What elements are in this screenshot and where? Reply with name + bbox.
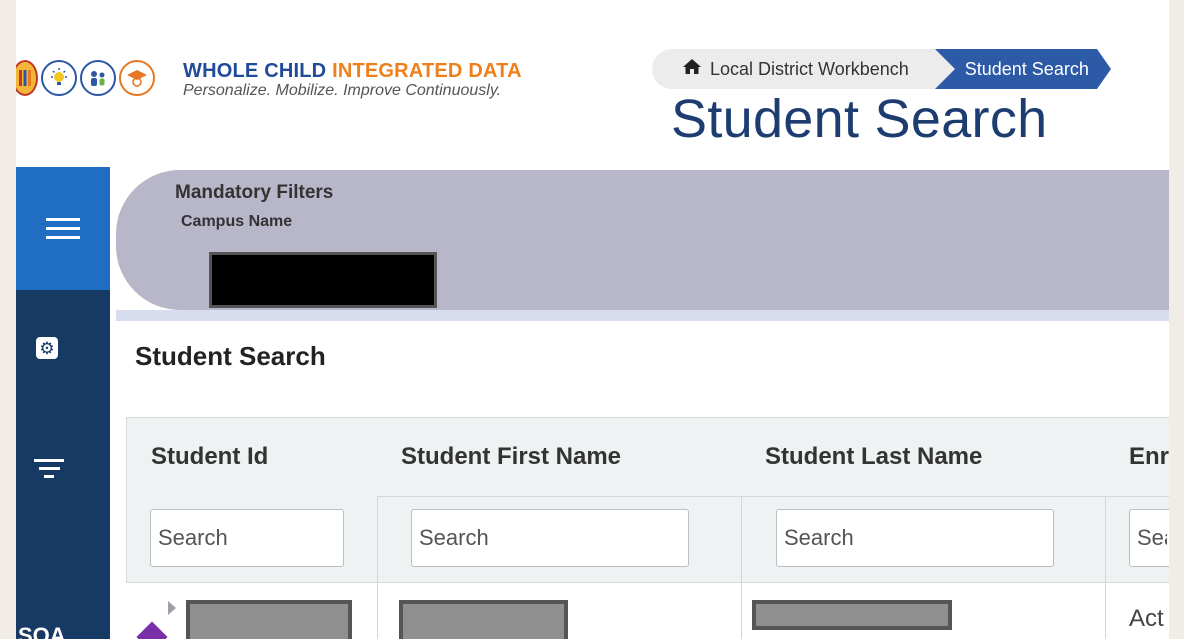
- first-name-search-input[interactable]: [411, 509, 689, 567]
- brand-logo-icons: [16, 56, 158, 100]
- breadcrumb-home-label: Local District Workbench: [710, 58, 909, 79]
- column-separator: [741, 583, 742, 639]
- section-title: Student Search: [135, 341, 326, 371]
- sidebar-menu-button[interactable]: [16, 167, 110, 290]
- redacted-student-id: [186, 600, 352, 639]
- graduate-icon: [119, 60, 155, 96]
- family-icon: [80, 60, 116, 96]
- column-header-enrollment[interactable]: Enr: [1129, 443, 1169, 471]
- column-separator: [377, 496, 378, 582]
- column-header-first-name[interactable]: Student First Name: [401, 443, 621, 471]
- brand-logo-text: WHOLE CHILD INTEGRATED DATA Personalize.…: [183, 60, 522, 100]
- filters-divider: [116, 310, 1169, 321]
- sidebar-bottom-label[interactable]: SOA: [18, 623, 66, 639]
- last-name-search-input[interactable]: [776, 509, 1054, 567]
- brand-title: WHOLE CHILD INTEGRATED DATA: [183, 60, 522, 82]
- campus-name-select[interactable]: [209, 252, 437, 308]
- lightbulb-icon: [41, 60, 77, 96]
- student-id-search-input[interactable]: [150, 509, 344, 567]
- enrollment-status-cell: Act: [1129, 605, 1164, 632]
- column-separator: [377, 583, 378, 639]
- filter-row-divider: [378, 496, 1169, 497]
- column-separator: [1105, 583, 1106, 639]
- column-separator: [1105, 496, 1106, 582]
- page-title: Student Search: [671, 89, 1048, 149]
- brand-title-part2: INTEGRATED DATA: [332, 60, 522, 82]
- redacted-last-name: [752, 600, 952, 630]
- breadcrumb: Local District Workbench Student Search: [652, 49, 1111, 89]
- redacted-first-name: [399, 600, 568, 639]
- brand-title-part1: WHOLE CHILD: [183, 60, 333, 82]
- filter-icon[interactable]: [34, 459, 64, 483]
- column-header-student-id[interactable]: Student Id: [151, 443, 268, 471]
- sidebar: ⚙ SOA: [16, 167, 110, 639]
- mandatory-filters-title: Mandatory Filters: [175, 182, 334, 203]
- breadcrumb-current: Student Search: [934, 49, 1111, 89]
- menu-icon: [46, 212, 80, 245]
- enrollment-search-input[interactable]: [1129, 509, 1169, 567]
- app-frame: WHOLE CHILD INTEGRATED DATA Personalize.…: [16, 0, 1169, 639]
- breadcrumb-current-label: Student Search: [964, 58, 1089, 79]
- brand-tagline: Personalize. Mobilize. Improve Continuou…: [183, 82, 502, 99]
- campus-name-label: Campus Name: [181, 213, 293, 230]
- row-expand-icon[interactable]: [168, 601, 176, 615]
- home-icon: [682, 58, 702, 80]
- column-header-last-name[interactable]: Student Last Name: [765, 443, 982, 471]
- gear-icon[interactable]: ⚙: [36, 337, 58, 359]
- breadcrumb-home[interactable]: Local District Workbench: [652, 49, 955, 89]
- column-separator: [741, 496, 742, 582]
- district-seal-icon: [16, 60, 38, 96]
